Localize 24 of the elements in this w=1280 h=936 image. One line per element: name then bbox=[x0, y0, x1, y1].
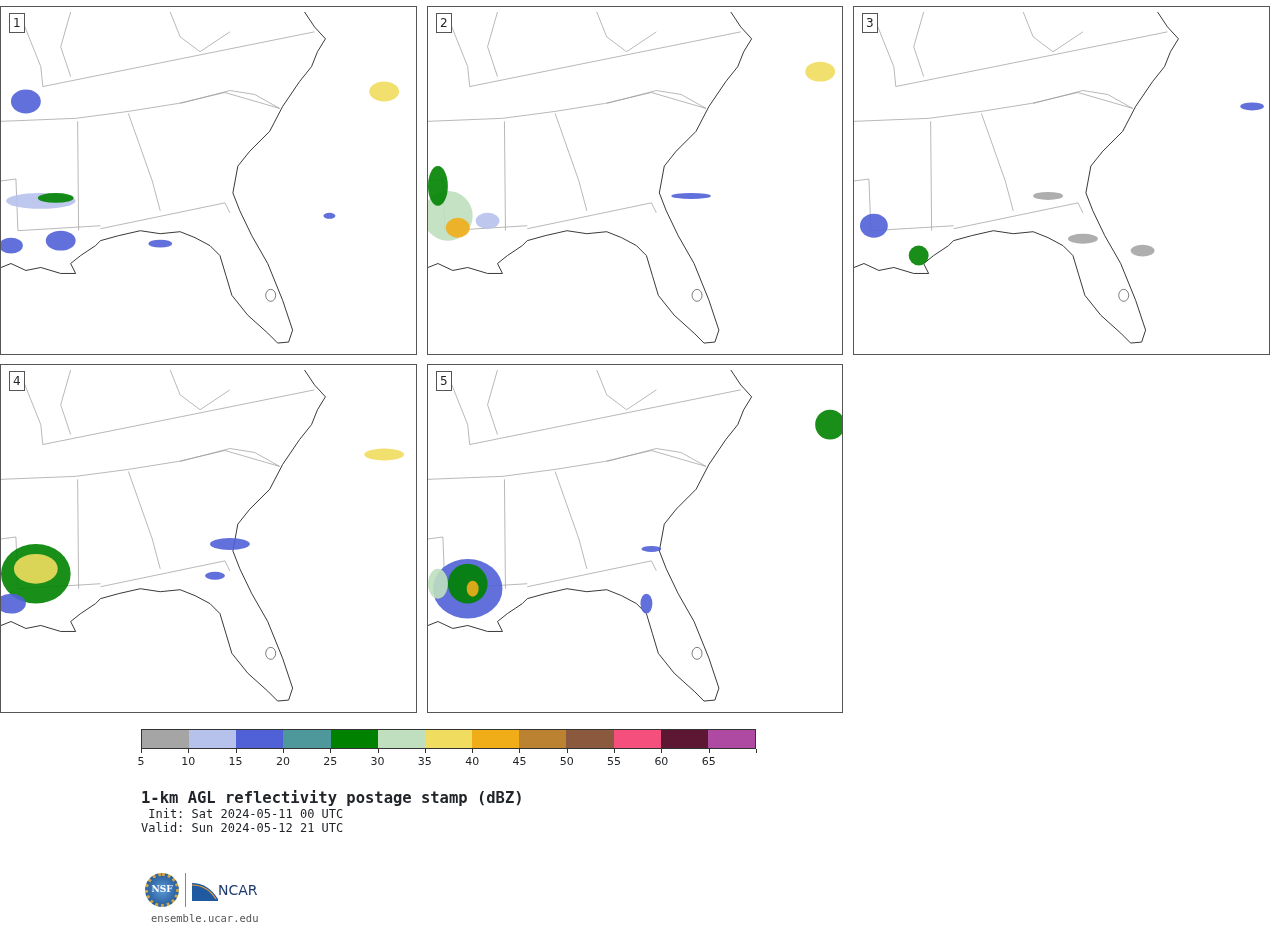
panel-number: 4 bbox=[9, 371, 25, 391]
ncar-logo: NCAR bbox=[192, 879, 258, 901]
scale-tick-label: 25 bbox=[323, 755, 338, 769]
scale-tick-label: 35 bbox=[417, 755, 432, 769]
scale-tick-label: 5 bbox=[137, 755, 145, 769]
scale-tick-label: 10 bbox=[181, 755, 196, 769]
scale-tick-label: 55 bbox=[607, 755, 622, 769]
panel-number: 2 bbox=[436, 13, 452, 33]
scale-tick-label: 50 bbox=[559, 755, 574, 769]
scale-tick-label: 60 bbox=[654, 755, 669, 769]
scale-tick-label: 30 bbox=[370, 755, 385, 769]
scale-tick-label: 20 bbox=[275, 755, 290, 769]
scale-tick-label: 45 bbox=[512, 755, 527, 769]
valid-time: Valid: Sun 2024-05-12 21 UTC bbox=[141, 821, 345, 835]
scale-tick-label: 65 bbox=[701, 755, 716, 769]
panel-number: 5 bbox=[436, 371, 452, 391]
nsf-logo: NSF bbox=[145, 873, 179, 907]
panel-number: 3 bbox=[862, 13, 878, 33]
init-time: Init: Sat 2024-05-11 00 UTC bbox=[147, 807, 345, 821]
website-url: ensemble.ucar.edu bbox=[151, 911, 260, 926]
scale-tick-label: 15 bbox=[228, 755, 243, 769]
chart-title: 1-km AGL reflectivity postage stamp (dBZ) bbox=[141, 789, 525, 807]
panel-number: 1 bbox=[9, 13, 25, 33]
scale-tick-label: 40 bbox=[465, 755, 480, 769]
